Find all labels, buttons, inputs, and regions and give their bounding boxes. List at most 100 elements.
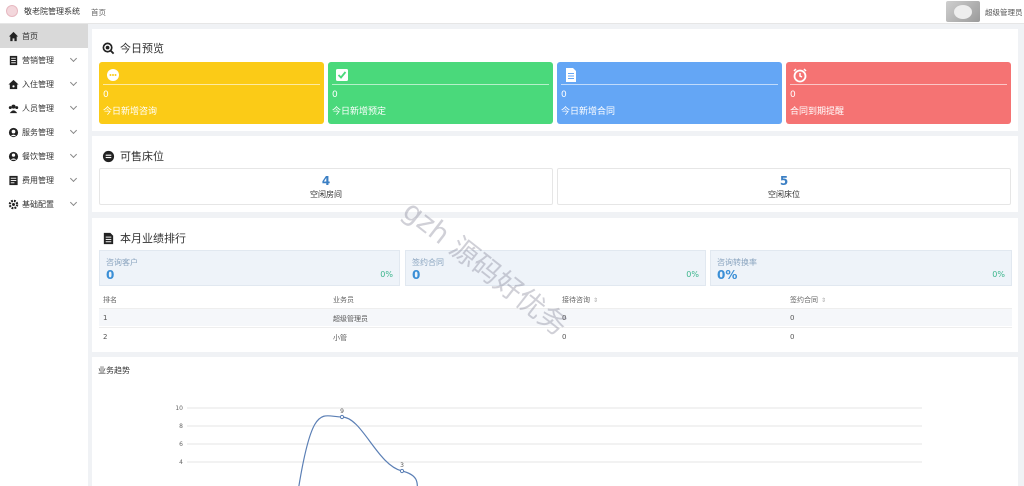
free-rooms-label: 空闲房间 <box>310 190 342 199</box>
column-header-contracts-label: 签约合同 <box>790 296 818 304</box>
app-name: 敬老院管理系统 <box>24 6 80 16</box>
top-bar: 敬老院管理系统 首页 超级管理员 <box>0 0 1024 24</box>
chevron-down-icon <box>69 54 78 63</box>
kpi-percent: 0% <box>380 270 393 279</box>
alarm-icon <box>792 67 808 83</box>
sidebar-item-label: 费用管理 <box>22 175 54 185</box>
column-header-rank: 排名 <box>103 296 117 304</box>
divider <box>561 84 778 85</box>
chevron-down-icon <box>69 78 78 87</box>
ranking-title: 本月业绩排行 <box>101 230 186 246</box>
app-logo <box>6 5 18 17</box>
kpi-percent: 0% <box>686 270 699 279</box>
sidebar-item-label: 基础配置 <box>22 199 54 209</box>
cell-consults: 0 <box>562 314 567 322</box>
cell-rank: 1 <box>103 314 108 322</box>
users-icon <box>7 102 19 114</box>
divider <box>790 84 1007 85</box>
brand[interactable]: 敬老院管理系统 <box>6 5 80 17</box>
y-tick-label: 4 <box>179 459 183 466</box>
stat-value: 0 <box>561 90 567 100</box>
sidebar-item-marketing[interactable]: 营销管理 <box>0 48 88 72</box>
y-tick-label: 6 <box>179 441 183 448</box>
kpi-label: 咨询转换率 <box>717 258 757 267</box>
cell-consults: 0 <box>562 333 567 341</box>
stat-contract-expiry[interactable]: 0 合同到期提醒 <box>786 62 1011 124</box>
stat-label: 今日新增合同 <box>561 107 616 117</box>
home-icon <box>7 30 19 42</box>
today-preview-label: 今日预览 <box>120 42 164 55</box>
check-icon <box>334 67 350 83</box>
sidebar-item-label: 首页 <box>22 31 38 41</box>
free-beds-label: 空闲床位 <box>768 190 800 199</box>
stat-value: 0 <box>790 90 796 100</box>
bed-icon <box>101 149 115 163</box>
trend-chart: 10 8 6 4 9 3 <box>175 405 922 486</box>
chevron-down-icon <box>69 102 78 111</box>
sidebar-item-staff[interactable]: 人员管理 <box>0 96 88 120</box>
admin-name[interactable]: 超级管理员 <box>985 7 1023 18</box>
document-icon <box>7 54 19 66</box>
sidebar-item-config[interactable]: 基础配置 <box>0 192 88 216</box>
divider <box>103 84 320 85</box>
sidebar-item-label: 人员管理 <box>22 103 54 113</box>
sidebar-item-label: 餐饮管理 <box>22 151 54 161</box>
today-preview-title: 今日预览 <box>101 40 164 56</box>
chevron-down-icon <box>69 126 78 135</box>
free-beds-value: 5 <box>779 174 789 188</box>
chevron-down-icon <box>69 174 78 183</box>
gear-icon <box>7 198 19 210</box>
free-rooms-box[interactable]: 4 空闲房间 <box>99 168 553 205</box>
contract-icon <box>563 67 579 83</box>
ranking-table-header: 排名 业务员 接待咨询 ⇕ 签约合同 ⇕ <box>99 290 1012 307</box>
data-point[interactable] <box>399 468 405 474</box>
search-icon <box>101 41 115 55</box>
sidebar-item-label: 入住管理 <box>22 79 54 89</box>
sidebar-item-label: 营销管理 <box>22 55 54 65</box>
sidebar-item-home[interactable]: 首页 <box>0 24 88 48</box>
free-beds-box[interactable]: 5 空闲床位 <box>557 168 1011 205</box>
stat-new-consult[interactable]: 0 今日新增咨询 <box>99 62 324 124</box>
free-rooms-value: 4 <box>321 174 331 188</box>
stat-value: 0 <box>103 90 109 100</box>
chevron-down-icon <box>69 198 78 207</box>
data-label: 9 <box>340 408 344 415</box>
beds-title: 可售床位 <box>101 148 164 164</box>
column-header-consults-label: 接待咨询 <box>562 296 590 304</box>
column-header-contracts[interactable]: 签约合同 ⇕ <box>790 295 826 305</box>
data-label: 3 <box>400 462 404 469</box>
kpi-label: 签约合同 <box>412 258 444 267</box>
sidebar-item-service[interactable]: 服务管理 <box>0 120 88 144</box>
kpi-value: 0 <box>412 268 421 282</box>
avatar[interactable] <box>946 1 980 22</box>
sort-icon[interactable]: ⇕ <box>593 297 598 304</box>
sidebar-item-checkin[interactable]: 入住管理 <box>0 72 88 96</box>
breadcrumb[interactable]: 首页 <box>91 7 106 18</box>
sidebar: 首页 营销管理 入住管理 人员管理 服务管理 餐饮管理 费用管理 基础配置 <box>0 24 88 486</box>
sort-icon[interactable]: ⇕ <box>821 297 826 304</box>
divider <box>332 84 549 85</box>
column-header-salesperson: 业务员 <box>333 296 354 304</box>
chevron-down-icon <box>69 150 78 159</box>
kpi-consult-customers: 咨询客户 0 0% <box>99 250 400 286</box>
table-row: 2 小管 0 0 <box>99 327 1012 345</box>
cell-rank: 2 <box>103 333 108 341</box>
sidebar-item-label: 服务管理 <box>22 127 54 137</box>
data-point[interactable] <box>339 414 345 420</box>
kpi-signed-contracts: 签约合同 0 0% <box>405 250 706 286</box>
kpi-percent: 0% <box>992 270 1005 279</box>
stat-new-booking[interactable]: 0 今日新增预定 <box>328 62 553 124</box>
cell-contracts: 0 <box>790 314 795 322</box>
column-header-consults[interactable]: 接待咨询 ⇕ <box>562 295 598 305</box>
y-tick-label: 8 <box>179 423 183 430</box>
kpi-label: 咨询客户 <box>106 258 138 267</box>
sidebar-item-fees[interactable]: 费用管理 <box>0 168 88 192</box>
cell-salesperson: 小管 <box>333 334 347 342</box>
ranking-label: 本月业绩排行 <box>120 232 186 245</box>
stat-new-contract[interactable]: 0 今日新增合同 <box>557 62 782 124</box>
kpi-value: 0 <box>106 268 115 282</box>
service-icon <box>7 126 19 138</box>
food-icon <box>7 150 19 162</box>
kpi-value: 0% <box>717 268 738 282</box>
sidebar-item-food[interactable]: 餐饮管理 <box>0 144 88 168</box>
